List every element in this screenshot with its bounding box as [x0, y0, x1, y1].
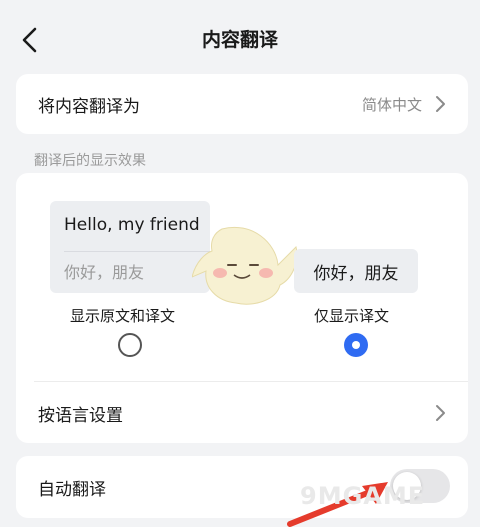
- translate-to-label: 将内容翻译为: [38, 96, 140, 117]
- back-arrow-icon[interactable]: [18, 26, 42, 54]
- chevron-right-icon: [436, 405, 445, 421]
- radio-bilingual[interactable]: [118, 333, 142, 357]
- watermark: 9MGAME: [300, 482, 426, 510]
- radio-translation-only[interactable]: [344, 333, 368, 357]
- preview-divider: [64, 251, 210, 252]
- preview-translation-only[interactable]: 你好，朋友: [294, 249, 418, 293]
- preview-translation-text: 你好，朋友: [64, 263, 145, 282]
- card-divider: [34, 381, 468, 382]
- language-settings-label: 按语言设置: [38, 405, 123, 426]
- preview-bilingual[interactable]: Hello, my friend 你好，朋友: [50, 201, 210, 293]
- auto-translate-label: 自动翻译: [38, 479, 106, 500]
- translate-to-value: 简体中文: [361, 95, 422, 114]
- chevron-right-icon: [436, 96, 445, 112]
- translate-to-row[interactable]: 将内容翻译为 简体中文: [16, 74, 468, 134]
- preview-original-text: Hello, my friend: [64, 215, 200, 235]
- page-title: 内容翻译: [201, 28, 278, 51]
- top-bar: 内容翻译: [0, 0, 480, 76]
- mascot-icon: [192, 226, 298, 305]
- display-options-card: Hello, my friend 你好，朋友 你好，朋友 显示原文和译文 仅显示…: [16, 173, 468, 443]
- translate-to-value-group: 简体中文: [362, 94, 446, 115]
- language-settings-row[interactable]: 按语言设置: [16, 383, 468, 443]
- option-translation-only-label: 仅显示译文: [314, 307, 390, 325]
- translate-to-card: 将内容翻译为 简体中文: [16, 74, 468, 134]
- display-effect-section-label: 翻译后的显示效果: [34, 153, 146, 169]
- option-bilingual-label: 显示原文和译文: [70, 307, 176, 325]
